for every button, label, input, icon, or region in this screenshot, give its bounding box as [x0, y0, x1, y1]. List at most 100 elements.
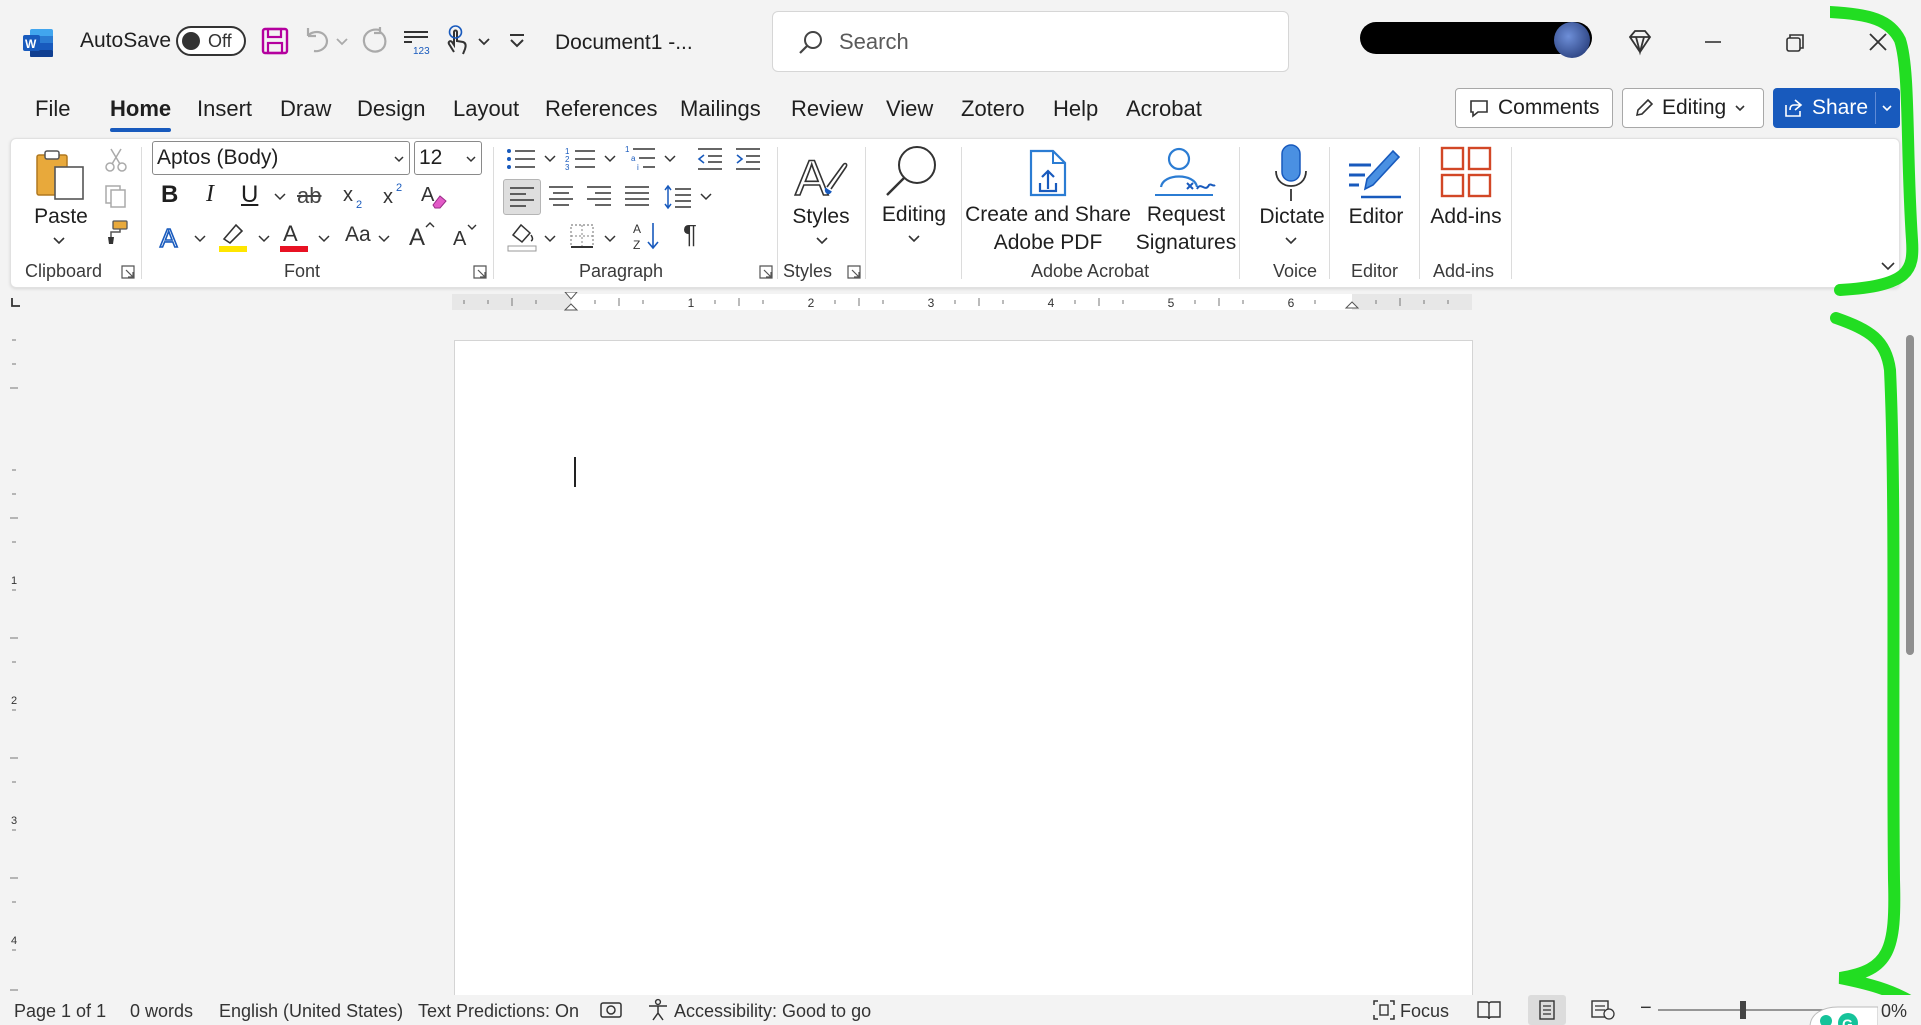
styles-icon[interactable]: A	[793, 147, 849, 203]
shading-icon[interactable]	[505, 219, 539, 253]
copy-icon[interactable]	[103, 183, 129, 209]
subscript-icon[interactable]: x2	[341, 181, 369, 211]
zoom-out-button[interactable]: −	[1640, 997, 1652, 1020]
touch-dropdown-icon[interactable]	[474, 24, 494, 58]
change-case-icon[interactable]: Aa	[345, 223, 371, 247]
avatar[interactable]	[1554, 22, 1590, 58]
autosave-toggle[interactable]: Off	[176, 26, 246, 56]
grow-font-icon[interactable]: A	[407, 219, 437, 251]
justify-icon[interactable]	[621, 181, 653, 213]
create-pdf-label-2[interactable]: Adobe PDF	[963, 229, 1133, 257]
tab-file[interactable]: File	[35, 92, 70, 132]
diamond-icon[interactable]	[1620, 22, 1660, 62]
editor-icon[interactable]	[1347, 145, 1403, 201]
zoom-slider[interactable]	[1658, 997, 1828, 1023]
share-button[interactable]: Share	[1773, 88, 1900, 128]
align-center-icon[interactable]	[545, 181, 577, 213]
add-ins-icon[interactable]	[1439, 145, 1493, 199]
collapse-ribbon-icon[interactable]	[1879, 259, 1897, 273]
borders-dropdown-icon[interactable]	[603, 233, 617, 245]
language-status[interactable]: English (United States)	[219, 1001, 403, 1022]
request-signatures-label-1[interactable]: Request	[1131, 201, 1241, 229]
font-size-select[interactable]: 12	[414, 141, 482, 175]
focus-icon[interactable]	[1372, 999, 1396, 1021]
tab-draw[interactable]: Draw	[280, 92, 331, 132]
paste-icon[interactable]	[33, 149, 89, 201]
clear-formatting-icon[interactable]: A	[419, 181, 449, 211]
line-spacing-dropdown-icon[interactable]	[699, 191, 713, 203]
numbering-icon[interactable]: 123	[565, 145, 599, 173]
borders-icon[interactable]	[567, 221, 597, 251]
line-spacing-icon[interactable]	[663, 181, 695, 213]
paragraph-dialog-launcher-icon[interactable]	[759, 265, 773, 279]
web-layout-icon[interactable]	[1590, 999, 1616, 1021]
cut-icon[interactable]	[103, 147, 129, 173]
shading-dropdown-icon[interactable]	[543, 233, 557, 245]
focus-label[interactable]: Focus	[1400, 1001, 1449, 1022]
clipboard-dialog-launcher-icon[interactable]	[121, 265, 135, 279]
share-dropdown-icon[interactable]	[1880, 101, 1894, 115]
highlight-dropdown-icon[interactable]	[257, 233, 271, 245]
strikethrough-icon[interactable]: ab	[297, 183, 321, 209]
tab-home[interactable]: Home	[110, 92, 172, 132]
editor-label[interactable]: Editor	[1331, 203, 1421, 231]
tab-design[interactable]: Design	[357, 92, 425, 132]
text-effects-dropdown-icon[interactable]	[193, 233, 207, 245]
dictate-label[interactable]: Dictate	[1247, 203, 1337, 231]
increase-indent-icon[interactable]	[732, 145, 762, 173]
search-box[interactable]	[772, 11, 1289, 72]
underline-dropdown-icon[interactable]	[273, 191, 287, 203]
align-right-icon[interactable]	[583, 181, 615, 213]
styles-dropdown-icon[interactable]	[814, 235, 830, 247]
touch-mode-icon[interactable]	[440, 24, 474, 58]
macro-recording-icon[interactable]	[598, 999, 624, 1021]
sort-icon[interactable]: AZ	[631, 219, 663, 253]
grammarly-icon[interactable]: G	[1808, 997, 1878, 1025]
microphone-icon[interactable]	[1273, 143, 1309, 203]
editing-mode-button[interactable]: Editing	[1622, 88, 1764, 128]
close-icon[interactable]	[1858, 22, 1898, 62]
numbering-qat-icon[interactable]: 123	[400, 24, 434, 58]
editing-dropdown-icon[interactable]	[906, 233, 922, 245]
undo-dropdown-icon[interactable]	[332, 24, 352, 58]
font-dialog-launcher-icon[interactable]	[473, 265, 487, 279]
create-pdf-icon[interactable]	[1025, 149, 1071, 199]
vertical-ruler[interactable]: 1 2 3 4	[8, 330, 20, 1010]
tab-help[interactable]: Help	[1053, 92, 1098, 132]
vertical-scrollbar[interactable]	[1903, 335, 1917, 655]
tab-layout[interactable]: Layout	[453, 92, 519, 132]
editing-search-icon[interactable]	[881, 143, 941, 201]
request-signatures-label-2[interactable]: Signatures	[1131, 229, 1241, 257]
multilevel-list-icon[interactable]: 1ai	[625, 143, 659, 173]
font-color-icon[interactable]: A	[277, 219, 311, 253]
word-count[interactable]: 0 words	[130, 1001, 193, 1022]
bold-icon[interactable]: B	[161, 181, 178, 209]
show-formatting-icon[interactable]: ¶	[683, 219, 697, 250]
highlight-icon[interactable]	[216, 219, 250, 253]
add-ins-label[interactable]: Add-ins	[1421, 203, 1511, 231]
minimize-icon[interactable]	[1693, 22, 1733, 62]
tab-review[interactable]: Review	[791, 92, 863, 132]
paste-label[interactable]: Paste	[33, 203, 89, 231]
paste-dropdown-icon[interactable]	[51, 235, 67, 247]
bullets-dropdown-icon[interactable]	[543, 153, 557, 165]
zoom-level[interactable]: 0%	[1881, 1001, 1907, 1022]
print-layout-button[interactable]	[1528, 995, 1566, 1025]
multilevel-dropdown-icon[interactable]	[663, 153, 677, 165]
customize-qat-icon[interactable]	[505, 24, 529, 58]
page-count[interactable]: Page 1 of 1	[14, 1001, 106, 1022]
styles-dialog-launcher-icon[interactable]	[847, 265, 861, 279]
font-color-dropdown-icon[interactable]	[317, 233, 331, 245]
save-icon[interactable]	[258, 24, 292, 58]
horizontal-ruler[interactable]: 1 2 3 4 5 6	[452, 292, 1472, 312]
redo-icon[interactable]	[358, 24, 392, 58]
tab-mailings[interactable]: Mailings	[680, 92, 761, 132]
superscript-icon[interactable]: x2	[381, 179, 409, 209]
document-page[interactable]	[454, 340, 1473, 1000]
numbering-dropdown-icon[interactable]	[603, 153, 617, 165]
create-pdf-label-1[interactable]: Create and Share	[963, 201, 1133, 229]
change-case-dropdown-icon[interactable]	[377, 233, 391, 245]
tab-selector-icon[interactable]	[10, 296, 22, 308]
accessibility-icon[interactable]	[646, 998, 670, 1022]
scrollbar-thumb[interactable]	[1906, 335, 1914, 655]
